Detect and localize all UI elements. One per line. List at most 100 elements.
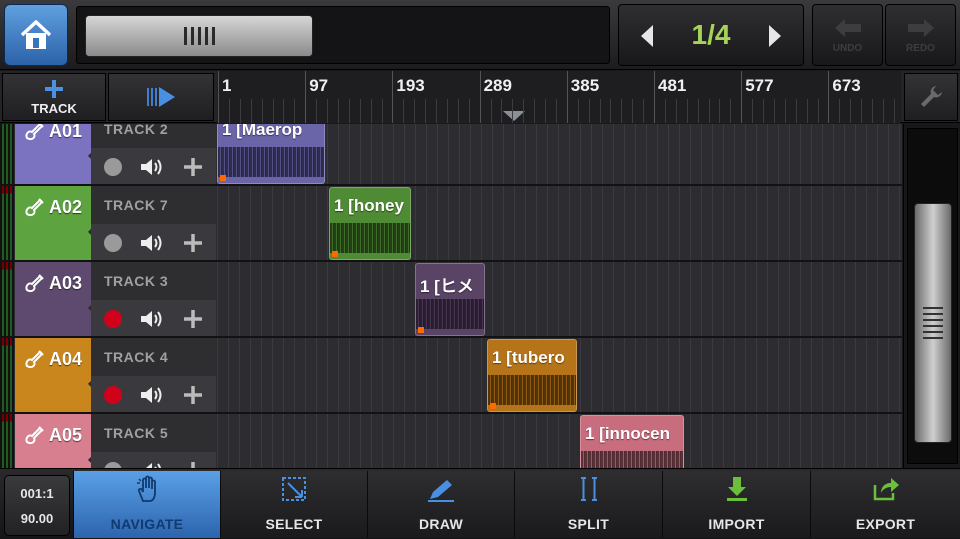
vertical-scroll-thumb[interactable]: [914, 203, 952, 443]
follow-playhead-button[interactable]: [108, 73, 214, 121]
plus-icon[interactable]: [182, 308, 204, 330]
track-row[interactable]: A02 TRACK 7 1 [honey: [0, 186, 902, 262]
track-id-label: A05: [49, 424, 83, 445]
redo-button[interactable]: REDO: [885, 4, 956, 66]
next-page-button[interactable]: [747, 5, 803, 67]
audio-clip[interactable]: 1 [innocen: [580, 415, 684, 468]
position-readout: 001:1: [20, 485, 54, 501]
ruler-minor-tick: [468, 99, 470, 123]
clip-title: 1 [ヒメ: [420, 277, 474, 296]
ruler-minor-tick: [446, 99, 448, 123]
speaker-icon[interactable]: [139, 384, 165, 406]
plus-icon[interactable]: [182, 232, 204, 254]
audio-clip[interactable]: 1 [Maerop: [217, 124, 325, 184]
tool-draw-button[interactable]: DRAW: [367, 471, 514, 538]
plus-icon[interactable]: [182, 156, 204, 178]
ruler-minor-tick: [719, 99, 721, 123]
track-color-tab[interactable]: A03: [15, 262, 91, 336]
track-id-label: A02: [49, 196, 83, 217]
ruler-minor-tick: [381, 99, 383, 123]
settings-button[interactable]: [904, 73, 958, 121]
track-header[interactable]: A02 TRACK 7: [15, 186, 216, 260]
track-name-box[interactable]: TRACK 2: [91, 124, 216, 148]
record-arm-button[interactable]: [103, 158, 122, 176]
record-arm-button[interactable]: [103, 386, 122, 404]
track-id: A05: [23, 424, 82, 446]
clip-start-marker: [418, 327, 424, 333]
track-id-label: A03: [49, 272, 83, 293]
track-header[interactable]: A05 TRACK 5: [15, 414, 216, 468]
track-row[interactable]: A01 TRACK 2 1 [Maerop: [0, 124, 902, 186]
track-header[interactable]: A04 TRACK 4: [15, 338, 216, 412]
track-controls: [91, 300, 216, 338]
speaker-icon[interactable]: [139, 156, 165, 178]
home-button[interactable]: [4, 4, 68, 66]
track-lane[interactable]: 1 [ヒメ: [217, 262, 902, 336]
track-lane[interactable]: 1 [innocen: [217, 414, 902, 468]
track-color-tab[interactable]: A02: [15, 186, 91, 260]
audio-clip[interactable]: 1 [tubero: [487, 339, 577, 412]
triangle-right-icon: [769, 25, 781, 47]
timeline-ruler[interactable]: 1 97 193 289 385 481 577 673: [217, 71, 901, 123]
level-meter: [0, 186, 14, 260]
ruler-major-tick: [392, 71, 394, 123]
prev-page-button[interactable]: [619, 5, 675, 67]
play-follow-icon: [147, 87, 175, 107]
track-name-box[interactable]: TRACK 4: [91, 338, 216, 376]
tool-select-button[interactable]: SELECT: [220, 471, 367, 538]
playhead-marker[interactable]: [503, 111, 525, 121]
track-lane[interactable]: 1 [honey: [217, 186, 902, 260]
scrubber-thumb[interactable]: [85, 15, 313, 57]
plus-icon[interactable]: [182, 384, 204, 406]
clip-title: 1 [innocen: [585, 424, 671, 443]
track-row[interactable]: A05 TRACK 5 1 [innocen: [0, 414, 902, 468]
tool-split-button[interactable]: SPLIT: [514, 471, 662, 538]
vertical-scrollbar[interactable]: [903, 124, 960, 468]
track-color-tab[interactable]: A05: [15, 414, 91, 468]
level-meter: [0, 414, 14, 468]
speaker-icon[interactable]: [139, 308, 165, 330]
ruler-minor-tick: [675, 99, 677, 123]
ruler-bar-label: 193: [396, 76, 425, 95]
track-name-box[interactable]: TRACK 7: [91, 186, 216, 224]
track-row[interactable]: A03 TRACK 3 1 [ヒメ: [0, 262, 902, 338]
track-color-tab[interactable]: A01: [15, 124, 91, 184]
song-overview-scrubber[interactable]: [76, 6, 610, 64]
record-arm-button[interactable]: [103, 234, 122, 252]
tool-export-button[interactable]: EXPORT: [810, 471, 960, 538]
guitar-input-icon: [25, 198, 44, 217]
speaker-icon[interactable]: [139, 460, 165, 468]
track-lane[interactable]: 1 [tubero: [217, 338, 902, 412]
plus-icon[interactable]: [182, 460, 204, 468]
ruler-minor-tick: [425, 99, 427, 123]
speaker-icon[interactable]: [139, 232, 165, 254]
ruler-minor-tick: [261, 99, 263, 123]
track-header[interactable]: A03 TRACK 3: [15, 262, 216, 336]
ruler-minor-tick: [457, 99, 459, 123]
track-name: TRACK 3: [104, 273, 169, 289]
track-id-label: A01: [49, 124, 83, 141]
ruler-major-tick: [218, 71, 219, 123]
track-color-tab[interactable]: A04: [15, 338, 91, 412]
track-name-box[interactable]: TRACK 5: [91, 414, 216, 452]
audio-clip[interactable]: 1 [honey: [329, 187, 411, 260]
ruler-minor-tick: [414, 99, 416, 123]
record-arm-button[interactable]: [103, 310, 122, 328]
ruler-minor-tick: [348, 99, 350, 123]
track-name-box[interactable]: TRACK 3: [91, 262, 216, 300]
add-track-button[interactable]: TRACK: [2, 73, 106, 121]
audio-clip[interactable]: 1 [ヒメ: [415, 263, 485, 336]
track-control-panel: TRACK 2: [91, 124, 216, 184]
ruler-bar-label: 385: [570, 76, 600, 95]
undo-button[interactable]: UNDO: [812, 4, 883, 66]
vertical-scroll-track[interactable]: [907, 128, 958, 464]
track-row[interactable]: A04 TRACK 4 1 [tubero: [0, 338, 902, 414]
track-header[interactable]: A01 TRACK 2: [15, 124, 216, 184]
track-id: A01: [23, 124, 82, 142]
tool-navigate-button[interactable]: NAVIGATE: [73, 471, 220, 538]
track-lane[interactable]: 1 [Maerop: [217, 124, 902, 184]
guitar-input-icon: [25, 350, 44, 369]
ruler-minor-tick: [250, 99, 252, 123]
tool-import-button[interactable]: IMPORT: [662, 471, 810, 538]
transport-display[interactable]: 001:1 90.00: [4, 475, 70, 536]
